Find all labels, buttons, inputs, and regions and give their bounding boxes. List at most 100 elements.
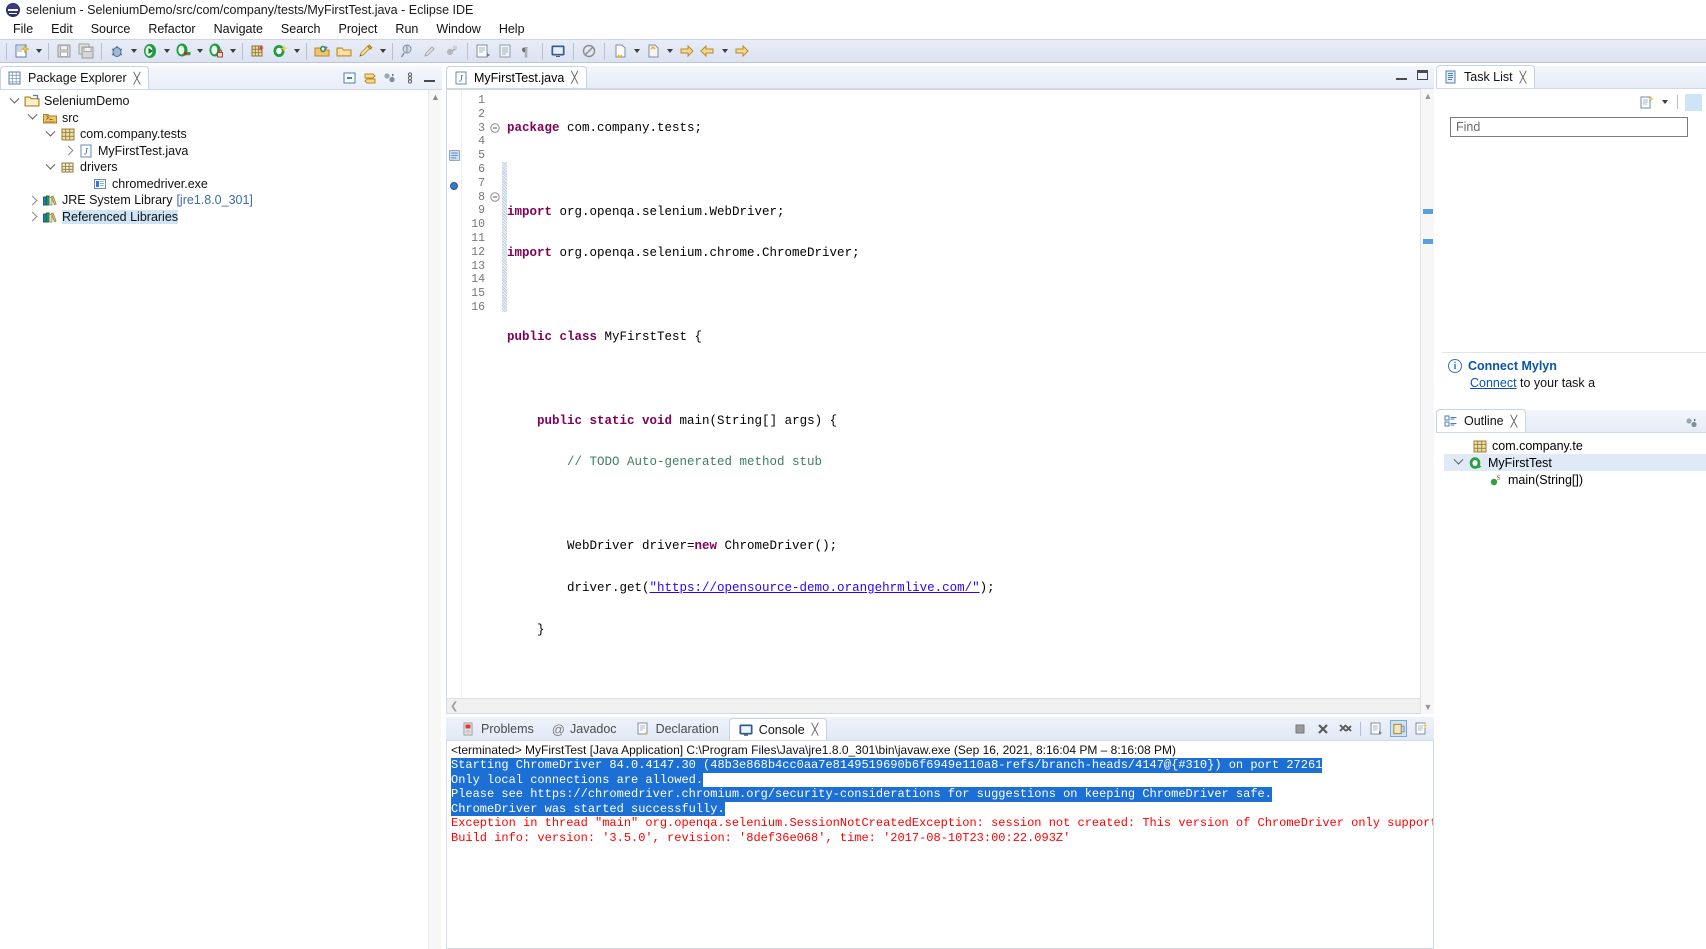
connect-link[interactable]: Connect	[1470, 376, 1517, 390]
overview-marker-breakpoint[interactable]	[1423, 239, 1433, 244]
debug-dropdown-icon[interactable]	[128, 41, 139, 61]
menu-help[interactable]: Help	[490, 20, 534, 38]
tab-outline[interactable]: Outline ╳	[1436, 409, 1527, 432]
forward-icon[interactable]	[731, 41, 751, 61]
save-all-icon[interactable]	[76, 41, 96, 61]
toggle-markoccurrences-icon[interactable]	[420, 41, 440, 61]
pin-console-icon[interactable]	[1390, 720, 1407, 737]
collapse-all-icon[interactable]	[341, 69, 358, 86]
twisty-right-icon[interactable]	[62, 145, 74, 156]
tab-task-list[interactable]: Task List ╳	[1436, 65, 1536, 88]
open-console-icon[interactable]	[1413, 720, 1430, 737]
maximize-icon[interactable]	[1417, 70, 1428, 80]
menu-search[interactable]: Search	[272, 20, 330, 38]
annotate-dropdown-icon[interactable]	[377, 41, 388, 61]
tree-item-chromedriver-exe[interactable]: chromedriver.exe	[8, 176, 442, 193]
search-icon[interactable]	[398, 41, 418, 61]
minimize-icon[interactable]	[421, 69, 438, 86]
tree-item-package[interactable]: com.company.tests	[8, 126, 442, 143]
next-edit-icon[interactable]	[610, 41, 630, 61]
scroll-down-arrow-icon[interactable]: ▼	[1421, 700, 1435, 714]
twisty-down-icon[interactable]	[44, 126, 56, 138]
task-filter-icon[interactable]	[1685, 93, 1702, 111]
tree-item-selenium-demo[interactable]: SeleniumDemo	[8, 93, 442, 110]
fold-collapse-icon[interactable]	[490, 191, 500, 205]
outline-item-method[interactable]: S main(String[])	[1444, 471, 1706, 488]
menu-project[interactable]: Project	[330, 20, 387, 38]
skip-breakpoints-icon[interactable]	[442, 41, 462, 61]
coverage-icon[interactable]	[173, 41, 193, 61]
profile-dropdown-icon[interactable]	[227, 41, 238, 61]
tab-package-explorer[interactable]: Package Explorer ╳	[0, 66, 150, 89]
new-wizard-dropdown-icon[interactable]	[33, 41, 44, 61]
new-java-package-icon[interactable]	[248, 41, 268, 61]
profile-icon[interactable]	[206, 41, 226, 61]
twisty-down-icon[interactable]	[26, 109, 38, 121]
close-icon[interactable]: ╳	[134, 72, 141, 85]
menu-navigate[interactable]: Navigate	[205, 20, 272, 38]
sort-icon[interactable]	[1683, 414, 1700, 431]
new-wizard-icon[interactable]	[12, 41, 32, 61]
debug-icon[interactable]	[107, 41, 127, 61]
tree-item-referenced-libraries[interactable]: Referenced Libraries	[8, 209, 442, 226]
minimize-icon[interactable]	[1396, 71, 1407, 80]
twisty-down-icon[interactable]	[44, 159, 56, 171]
close-icon[interactable]: ╳	[571, 71, 578, 84]
tree-item-drivers[interactable]: drivers	[8, 159, 442, 176]
view-menu-chevron-icon[interactable]	[401, 69, 418, 86]
new-java-class-icon[interactable]	[270, 41, 290, 61]
twisty-down-icon[interactable]	[1452, 454, 1464, 466]
overview-marker-todo[interactable]	[1423, 209, 1433, 214]
coverage-dropdown-icon[interactable]	[194, 41, 205, 61]
editor-horizontal-scrollbar[interactable]: ❮ ❯	[447, 698, 1433, 713]
tab-console[interactable]: Console ╳	[728, 718, 828, 740]
prev-edit-dropdown-icon[interactable]	[664, 41, 675, 61]
back-icon[interactable]	[698, 41, 718, 61]
open-task-icon[interactable]	[334, 41, 354, 61]
editor-text-area[interactable]: 1 2 3 4 5 6 7 8 9 10 11 12 13 14 15 16 p…	[447, 90, 1433, 698]
link-with-editor-icon[interactable]	[361, 69, 378, 86]
tab-problems[interactable]: Problems	[452, 718, 542, 740]
twisty-right-icon[interactable]	[26, 195, 38, 206]
no-entry-icon[interactable]	[579, 41, 599, 61]
tree-item-src[interactable]: src	[8, 109, 442, 127]
open-console-icon[interactable]	[548, 41, 568, 61]
run-icon[interactable]	[140, 41, 160, 61]
terminate-icon[interactable]	[1291, 720, 1308, 737]
menu-edit[interactable]: Edit	[42, 20, 82, 38]
tab-declaration[interactable]: Declaration	[627, 718, 727, 740]
tree-item-myfirsttest-java[interactable]: J MyFirstTest.java	[8, 143, 442, 160]
new-class-dropdown-icon[interactable]	[291, 41, 302, 61]
source-code[interactable]: package com.company.tests; import org.op…	[507, 90, 1433, 698]
scroll-left-arrow-icon[interactable]: ❮	[450, 701, 458, 712]
menu-source[interactable]: Source	[82, 20, 140, 38]
new-task-icon[interactable]	[1638, 94, 1655, 111]
tab-javadoc[interactable]: @ Javadoc	[544, 718, 625, 740]
package-explorer-scrollbar[interactable]: ▲	[428, 90, 441, 949]
editor-vertical-scrollbar[interactable]: ▲ ▼	[1420, 89, 1434, 714]
next-edit-dropdown-icon[interactable]	[631, 41, 642, 61]
folding-ruler[interactable]	[488, 90, 502, 698]
remove-all-terminated-icon[interactable]	[1337, 720, 1354, 737]
display-selected-console-icon[interactable]	[1367, 720, 1384, 737]
previous-annotation-icon[interactable]	[495, 41, 515, 61]
open-type-icon[interactable]	[312, 41, 332, 61]
run-dropdown-icon[interactable]	[161, 41, 172, 61]
outline-item-class[interactable]: MyFirstTest	[1444, 454, 1706, 471]
prev-edit-icon[interactable]	[643, 41, 663, 61]
paragraph-mark-icon[interactable]: ¶	[517, 41, 537, 61]
outline-item-package[interactable]: com.company.te	[1444, 437, 1706, 454]
menu-refactor[interactable]: Refactor	[139, 20, 204, 38]
find-input[interactable]: Find	[1450, 117, 1688, 137]
menu-file[interactable]: File	[4, 20, 42, 38]
forward-nav-icon[interactable]	[676, 41, 696, 61]
console-output[interactable]: <terminated> MyFirstTest [Java Applicati…	[446, 740, 1434, 949]
save-icon[interactable]	[54, 41, 74, 61]
tab-myfirsttest-java[interactable]: J MyFirstTest.java ╳	[446, 66, 587, 88]
scroll-up-arrow-icon[interactable]: ▲	[429, 90, 442, 104]
menu-run[interactable]: Run	[386, 20, 427, 38]
close-icon[interactable]: ╳	[1520, 71, 1527, 84]
fold-collapse-icon[interactable]	[490, 122, 500, 136]
next-annotation-icon[interactable]	[473, 41, 493, 61]
twisty-down-icon[interactable]	[8, 93, 20, 105]
